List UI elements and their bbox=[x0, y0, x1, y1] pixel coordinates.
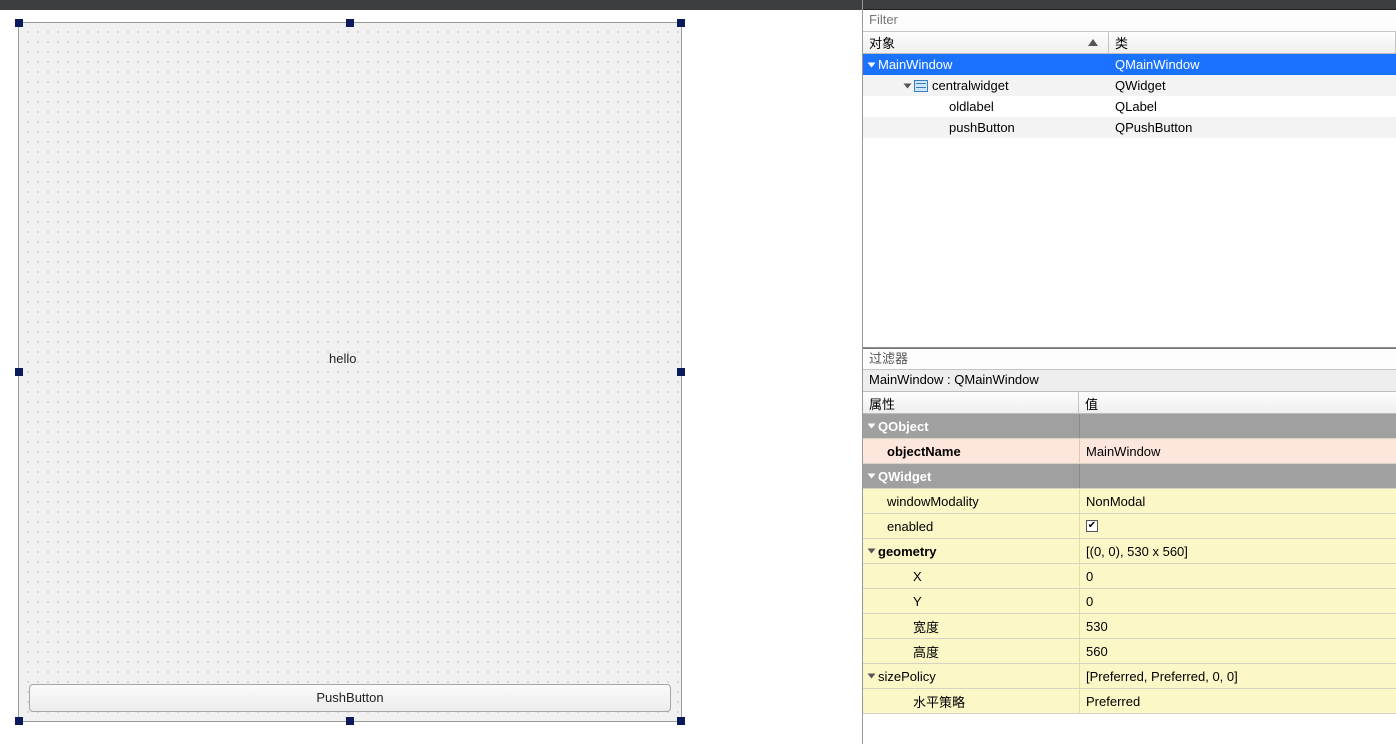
tree-row-centralwidget[interactable]: centralwidget QWidget bbox=[863, 75, 1396, 96]
tree-item-name: centralwidget bbox=[932, 78, 1009, 93]
pushbutton-widget[interactable]: PushButton bbox=[29, 684, 671, 712]
resize-handle-tl[interactable] bbox=[15, 19, 23, 27]
prop-geometry-height[interactable]: 高度 560 bbox=[863, 639, 1396, 664]
prop-value[interactable]: [Preferred, Preferred, 0, 0] bbox=[1079, 664, 1396, 688]
prop-geometry-x[interactable]: X 0 bbox=[863, 564, 1396, 589]
resize-handle-tm[interactable] bbox=[346, 19, 354, 27]
prop-value[interactable]: 560 bbox=[1079, 639, 1396, 663]
label-widget[interactable]: hello bbox=[329, 351, 356, 366]
prop-geometry-y[interactable]: Y 0 bbox=[863, 589, 1396, 614]
layout-icon bbox=[914, 80, 928, 92]
tree-item-class: QLabel bbox=[1109, 99, 1396, 114]
section-qobject[interactable]: QObject bbox=[863, 414, 1396, 439]
checkbox-checked-icon[interactable]: ✔ bbox=[1086, 520, 1098, 532]
top-strip bbox=[0, 0, 862, 10]
object-tree-header: 对象 类 bbox=[863, 32, 1396, 54]
resize-handle-bl[interactable] bbox=[15, 717, 23, 725]
property-filter-input[interactable]: 过滤器 bbox=[863, 348, 1396, 370]
prop-name: enabled bbox=[887, 519, 933, 534]
tree-row-mainwindow[interactable]: MainWindow QMainWindow bbox=[863, 54, 1396, 75]
tree-item-name: MainWindow bbox=[878, 57, 952, 72]
property-title: MainWindow : QMainWindow bbox=[863, 370, 1396, 392]
prop-objectname[interactable]: objectName MainWindow bbox=[863, 439, 1396, 464]
section-value bbox=[1079, 464, 1396, 488]
prop-value[interactable]: MainWindow bbox=[1079, 439, 1396, 463]
object-tree[interactable]: MainWindow QMainWindow centralwidget QWi… bbox=[863, 54, 1396, 348]
prop-value[interactable]: [(0, 0), 530 x 560] bbox=[1079, 539, 1396, 563]
resize-handle-tr[interactable] bbox=[677, 19, 685, 27]
form-design-surface[interactable]: hello PushButton bbox=[18, 22, 682, 722]
tree-item-name: pushButton bbox=[949, 120, 1015, 135]
tree-row-oldlabel[interactable]: oldlabel QLabel bbox=[863, 96, 1396, 117]
section-label: QWidget bbox=[878, 469, 931, 484]
prop-value[interactable]: Preferred bbox=[1079, 689, 1396, 713]
prop-name: windowModality bbox=[887, 494, 979, 509]
section-label: QObject bbox=[878, 419, 929, 434]
tree-header-object-label: 对象 bbox=[869, 33, 895, 52]
prop-value[interactable]: 0 bbox=[1079, 589, 1396, 613]
object-filter-input[interactable]: Filter bbox=[863, 10, 1396, 32]
resize-handle-br[interactable] bbox=[677, 717, 685, 725]
property-header-value[interactable]: 值 bbox=[1079, 392, 1396, 413]
property-table[interactable]: QObject objectName MainWindow QWidget wi… bbox=[863, 414, 1396, 744]
tree-header-object[interactable]: 对象 bbox=[863, 32, 1109, 53]
grid-dots bbox=[19, 23, 681, 721]
tree-header-class-label: 类 bbox=[1115, 33, 1128, 52]
prop-name: 水平策略 bbox=[913, 692, 965, 711]
resize-handle-bm[interactable] bbox=[346, 717, 354, 725]
chevron-down-icon[interactable] bbox=[868, 674, 876, 679]
tree-row-pushbutton[interactable]: pushButton QPushButton bbox=[863, 117, 1396, 138]
prop-geometry[interactable]: geometry [(0, 0), 530 x 560] bbox=[863, 539, 1396, 564]
chevron-down-icon bbox=[868, 474, 876, 479]
section-qwidget[interactable]: QWidget bbox=[863, 464, 1396, 489]
expand-icon[interactable] bbox=[868, 62, 876, 67]
tree-header-class[interactable]: 类 bbox=[1109, 32, 1396, 53]
tree-item-class: QPushButton bbox=[1109, 120, 1396, 135]
tree-item-name: oldlabel bbox=[949, 99, 994, 114]
prop-value[interactable]: 0 bbox=[1079, 564, 1396, 588]
chevron-down-icon[interactable] bbox=[868, 549, 876, 554]
tree-item-class: QWidget bbox=[1109, 78, 1396, 93]
prop-enabled[interactable]: enabled ✔ bbox=[863, 514, 1396, 539]
prop-value[interactable]: 530 bbox=[1079, 614, 1396, 638]
section-value bbox=[1079, 414, 1396, 438]
design-canvas-pane: hello PushButton bbox=[0, 0, 862, 744]
prop-name: objectName bbox=[887, 444, 961, 459]
prop-windowmodality[interactable]: windowModality NonModal bbox=[863, 489, 1396, 514]
prop-name: 高度 bbox=[913, 642, 939, 661]
right-top-strip bbox=[863, 0, 1396, 10]
prop-name: 宽度 bbox=[913, 617, 939, 636]
resize-handle-ml[interactable] bbox=[15, 368, 23, 376]
prop-hpolicy[interactable]: 水平策略 Preferred bbox=[863, 689, 1396, 714]
prop-name: Y bbox=[913, 594, 922, 609]
resize-handle-mr[interactable] bbox=[677, 368, 685, 376]
prop-sizepolicy[interactable]: sizePolicy [Preferred, Preferred, 0, 0] bbox=[863, 664, 1396, 689]
prop-geometry-width[interactable]: 宽度 530 bbox=[863, 614, 1396, 639]
chevron-down-icon bbox=[868, 424, 876, 429]
property-header: 属性 值 bbox=[863, 392, 1396, 414]
tree-item-class: QMainWindow bbox=[1109, 57, 1396, 72]
property-header-name[interactable]: 属性 bbox=[863, 392, 1079, 413]
inspector-pane: Filter 对象 类 MainWindow QMainWindow bbox=[862, 0, 1396, 744]
prop-name: X bbox=[913, 569, 922, 584]
expand-icon[interactable] bbox=[904, 83, 912, 88]
prop-name: geometry bbox=[878, 544, 937, 559]
prop-value[interactable]: NonModal bbox=[1079, 489, 1396, 513]
prop-name: sizePolicy bbox=[878, 669, 936, 684]
sort-ascending-icon bbox=[1088, 39, 1098, 46]
prop-value[interactable]: ✔ bbox=[1079, 514, 1396, 538]
